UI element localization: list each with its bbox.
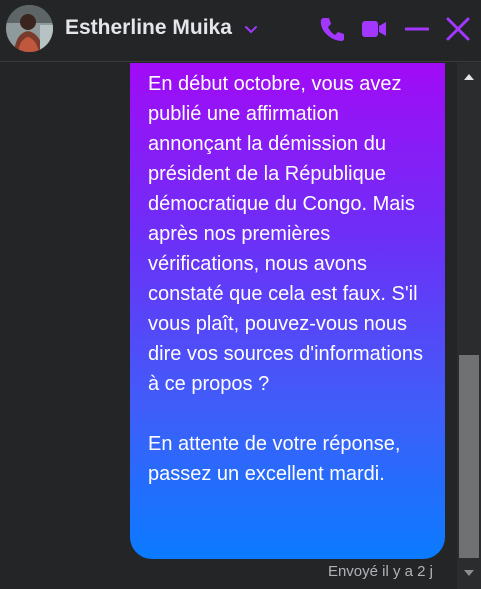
- message-status: Envoyé il y a 2 j: [327, 563, 433, 580]
- chat-header: Estherline Muika: [0, 0, 481, 62]
- sent-message-bubble[interactable]: En début octobre, vous avez publié une a…: [130, 63, 445, 559]
- message-list: En début octobre, vous avez publié une a…: [0, 63, 457, 589]
- chevron-down-icon[interactable]: [244, 22, 258, 34]
- contact-name[interactable]: Estherline Muika: [65, 16, 232, 40]
- scroll-up-icon[interactable]: [463, 69, 475, 80]
- scrollbar[interactable]: [457, 63, 481, 589]
- minimize-icon[interactable]: [405, 14, 429, 44]
- close-icon[interactable]: [446, 14, 470, 44]
- phone-icon[interactable]: [318, 14, 346, 44]
- video-camera-icon[interactable]: [361, 14, 387, 44]
- scroll-down-icon[interactable]: [463, 565, 475, 576]
- avatar[interactable]: [6, 5, 53, 52]
- scrollbar-thumb[interactable]: [459, 355, 479, 558]
